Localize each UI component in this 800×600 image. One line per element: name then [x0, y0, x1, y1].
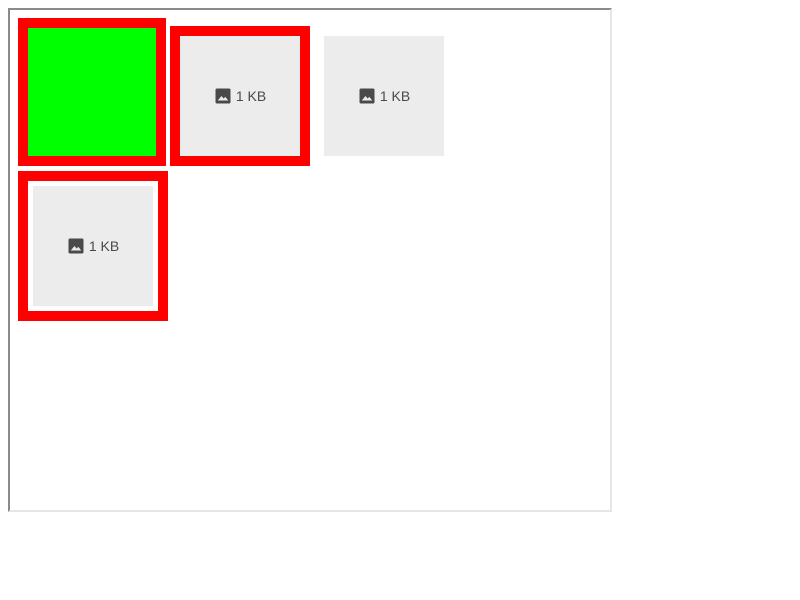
placeholder-content: 1 KB [67, 237, 119, 255]
file-size-label: 1 KB [235, 88, 267, 104]
placeholder-box: 1 KB [33, 186, 153, 306]
tile-image-placeholder-2[interactable]: 1 KB [324, 36, 444, 156]
tile-image-placeholder-1[interactable]: 1 KB [170, 26, 310, 166]
file-size-label: 1 KB [379, 88, 411, 104]
image-icon [68, 238, 84, 254]
image-icon [359, 88, 375, 104]
file-size-label: 1 KB [88, 238, 120, 254]
tile-green-image[interactable] [18, 18, 166, 166]
viewport-frame: 1 KB 1 KB 1 KB [8, 8, 612, 512]
image-icon [215, 88, 231, 104]
placeholder-content: 1 KB [214, 87, 266, 105]
placeholder-content: 1 KB [358, 87, 410, 105]
tile-image-placeholder-3[interactable]: 1 KB [18, 171, 168, 321]
